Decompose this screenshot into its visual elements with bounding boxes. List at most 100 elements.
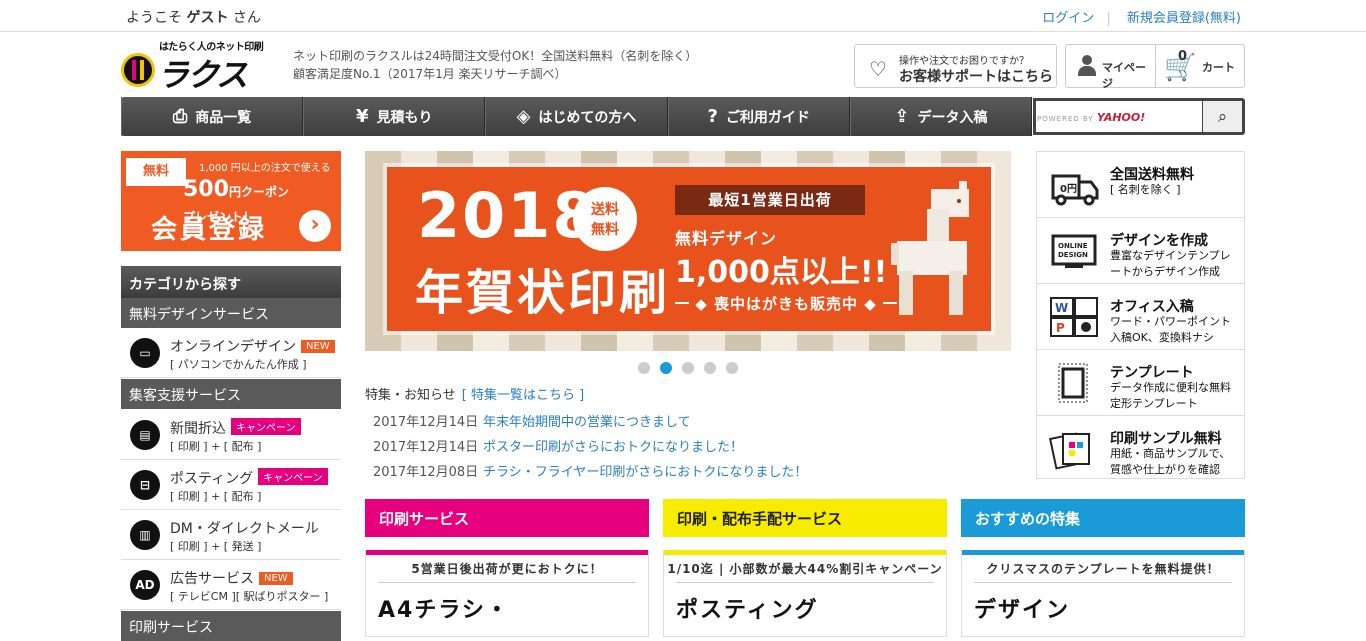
login-link[interactable]: ログイン <box>1042 11 1094 26</box>
divider: | <box>1106 11 1111 26</box>
category-section-marketing: 集客支援サービス <box>121 379 341 409</box>
feature-title: 全国送料無料 <box>1110 167 1194 183</box>
yahoo-brand: YAHOO! <box>1096 111 1146 124</box>
cart-count: 0 <box>1178 49 1188 64</box>
coupon-banner[interactable]: 無料 1,000 円以上の注文で使える 500円クーポン プレゼント！ 会員登録 … <box>121 151 341 251</box>
service-card-feature[interactable]: クリスマスのテンプレートを無料提供！ デザイン <box>961 550 1245 637</box>
mailbox-icon: ⊟ <box>130 470 160 500</box>
welcome-message: ようこそ ゲスト さん <box>126 7 261 27</box>
support-button[interactable]: ♡ 操作や注文でお困りですか？ お客様サポートはこちら <box>854 44 1057 88</box>
search-box: POWERED BY YAHOO! ⌕ <box>1033 98 1245 135</box>
office-icon: WP <box>1050 297 1098 337</box>
card-caption: 1/10迄 | 小部数が最大44%割引キャンペーン <box>667 562 943 576</box>
category-header: カテゴリから探す <box>121 266 341 298</box>
nav-products[interactable]: ⎙ 商品一覧 <box>121 97 304 136</box>
news-date: 2017年12月14日 <box>373 415 479 430</box>
upload-icon: ⇪ <box>894 106 910 127</box>
svg-text:0円: 0円 <box>1060 183 1077 195</box>
nav-guide[interactable]: ? ご利用ガイド <box>667 97 850 136</box>
sample-icon <box>1049 432 1090 470</box>
feature-sample[interactable]: 印刷サンプル無料 用紙・商品サンプルで、質感や仕上がりを確認 <box>1037 416 1244 482</box>
promo-amount-value: 500 <box>183 177 229 202</box>
category-item-dm[interactable]: ▥ DM・ダイレクトメール [ 印刷 ] + [ 発送 ] <box>121 510 341 560</box>
search-icon: ⌕ <box>1217 106 1228 127</box>
mypage-button[interactable]: マイページ <box>1066 45 1156 90</box>
card-accent-bar <box>366 550 648 555</box>
card-caption: 5営業日後出荷が更におトクに！ <box>411 562 603 576</box>
user-icon <box>1078 55 1096 77</box>
truck-icon: 0円 <box>1051 174 1099 206</box>
category-item-online-design[interactable]: ▭ オンラインデザイン NEW [ パソコンでかんたん作成 ] <box>121 328 341 378</box>
service-card-printing[interactable]: 5営業日後出荷が更におトクに！ A4チラシ・ <box>365 550 649 637</box>
svg-text:ONLINE: ONLINE <box>1058 242 1088 250</box>
beginner-icon: ◈ <box>516 106 531 127</box>
news-link[interactable]: 年末年始期間中の営業につきまして <box>483 415 691 430</box>
category-item-sub: [ パソコンでかんたん作成 ] <box>170 358 307 371</box>
support-label: お客様サポートはこちら <box>899 69 1053 85</box>
category-item-label: 新聞折込 <box>170 421 226 437</box>
carousel-dot-1[interactable] <box>638 362 650 374</box>
site-logo[interactable]: はたらく人のネット印刷 ラクスル <box>121 38 266 140</box>
news-link[interactable]: チラシ・フライヤー印刷がさらにおトクになりました！ <box>483 465 807 480</box>
free-shipping-badge: 送料 無料 <box>573 187 637 251</box>
heart-icon: ♡ <box>869 57 887 81</box>
card-accent-bar <box>962 550 1244 555</box>
carousel-dots <box>638 362 738 374</box>
news-link[interactable]: ポスター印刷がさらにおトクになりました！ <box>483 440 743 455</box>
cart-label: カート <box>1202 61 1235 74</box>
campaign-badge: キャンペーン <box>258 468 328 485</box>
question-icon: ? <box>707 106 718 127</box>
ad-icon: AD <box>130 570 160 600</box>
card-accent-bar <box>664 550 946 555</box>
nav-estimate[interactable]: ¥ 見積もり <box>303 97 486 136</box>
feature-list: 0円 全国送料無料 [ 名刺を除く ] ONLINE DESIGN デザインを作成… <box>1036 151 1245 479</box>
category-item-newspaper[interactable]: ▤ 新聞折込 キャンペーン [ 印刷 ] + [ 配布 ] <box>121 410 341 460</box>
account-area: マイページ 🛒 0 カート <box>1065 44 1245 90</box>
nav-label: 見積もり <box>376 109 433 126</box>
feature-template[interactable]: テンプレート データ作成に便利な無料定形テンプレート <box>1037 350 1244 416</box>
news-heading: 特集・お知らせ <box>365 388 456 403</box>
nav-beginners[interactable]: ◈ はじめての方へ <box>485 97 668 136</box>
feature-sub: 用紙・商品サンプルで、質感や仕上がりを確認 <box>1110 447 1231 476</box>
site-tagline: ネット印刷のラクスルは24時間注文受付OK！全国送料無料（名刺を除く） 顧客満足… <box>293 47 697 83</box>
carousel-dot-2[interactable] <box>660 362 672 374</box>
top-bar: ようこそ ゲスト さん ログイン | 新規会員登録(無料) <box>0 0 1366 32</box>
category-section-free-design: 無料デザインサービス <box>121 298 341 328</box>
feature-sub: [ 名刺を除く ] <box>1110 183 1181 196</box>
feature-office[interactable]: WP オフィス入稿 ワード・パワーポイント入稿OK、変換料ナシ <box>1037 284 1244 350</box>
welcome-prefix: ようこそ <box>126 10 187 26</box>
news-section: 特集・お知らせ [ 特集一覧はこちら ] 2017年12月14日 年末年始期間中の営… <box>365 384 1011 480</box>
yahoo-label: POWERED BY YAHOO! <box>1037 111 1145 124</box>
feature-sub: 豊富なデザインテンプレートからデザイン作成 <box>1110 249 1231 278</box>
news-item: 2017年12月14日 年末年始期間中の営業につきまして <box>365 411 1011 430</box>
divider <box>676 582 934 583</box>
cart-button[interactable]: 🛒 0 カート <box>1156 45 1244 87</box>
service-card-posting[interactable]: 1/10迄 | 小部数が最大44%割引キャンペーン ポスティング <box>663 550 947 637</box>
category-item-sub: [ 印刷 ] + [ 配布 ] <box>170 440 262 453</box>
svg-text:P: P <box>1056 321 1065 335</box>
svg-text:DESIGN: DESIGN <box>1058 251 1088 259</box>
feature-title: オフィス入稿 <box>1110 299 1194 315</box>
carousel-dot-4[interactable] <box>704 362 716 374</box>
search-button[interactable]: ⌕ <box>1203 101 1242 132</box>
new-badge: NEW <box>301 340 335 353</box>
feature-free-shipping[interactable]: 0円 全国送料無料 [ 名刺を除く ] <box>1037 152 1244 218</box>
template-icon <box>1058 363 1088 403</box>
carousel-dot-3[interactable] <box>682 362 694 374</box>
news-item: 2017年12月14日 ポスター印刷がさらにおトクになりました！ <box>365 436 1011 455</box>
section-printing-services: 印刷サービス <box>365 499 649 537</box>
register-link[interactable]: 新規会員登録(無料) <box>1127 11 1241 26</box>
feature-design[interactable]: ONLINE DESIGN デザインを作成 豊富なデザインテンプレートからデザイン… <box>1037 218 1244 284</box>
nav-label: データ入稿 <box>917 109 988 126</box>
mypage-label: マイページ <box>1102 61 1146 90</box>
hero-banner[interactable]: 2018 年賀状印刷 送料 無料 最短1営業日出荷 無料デザイン 1,000点以上… <box>365 151 1011 351</box>
feature-title: 印刷サンプル無料 <box>1110 431 1222 447</box>
nav-upload[interactable]: ⇪ データ入稿 <box>849 97 1033 136</box>
carousel-dot-5[interactable] <box>726 362 738 374</box>
divider <box>974 582 1232 583</box>
category-item-advertising[interactable]: AD 広告サービス NEW [ テレビCM ][ 駅ばりポスター ] <box>121 560 341 610</box>
news-all-link[interactable]: [ 特集一覧はこちら ] <box>462 388 584 403</box>
free-tag: 無料 <box>126 158 186 186</box>
category-item-posting[interactable]: ⊟ ポスティング キャンペーン [ 印刷 ] + [ 配布 ] <box>121 460 341 510</box>
news-date: 2017年12月14日 <box>373 440 479 455</box>
